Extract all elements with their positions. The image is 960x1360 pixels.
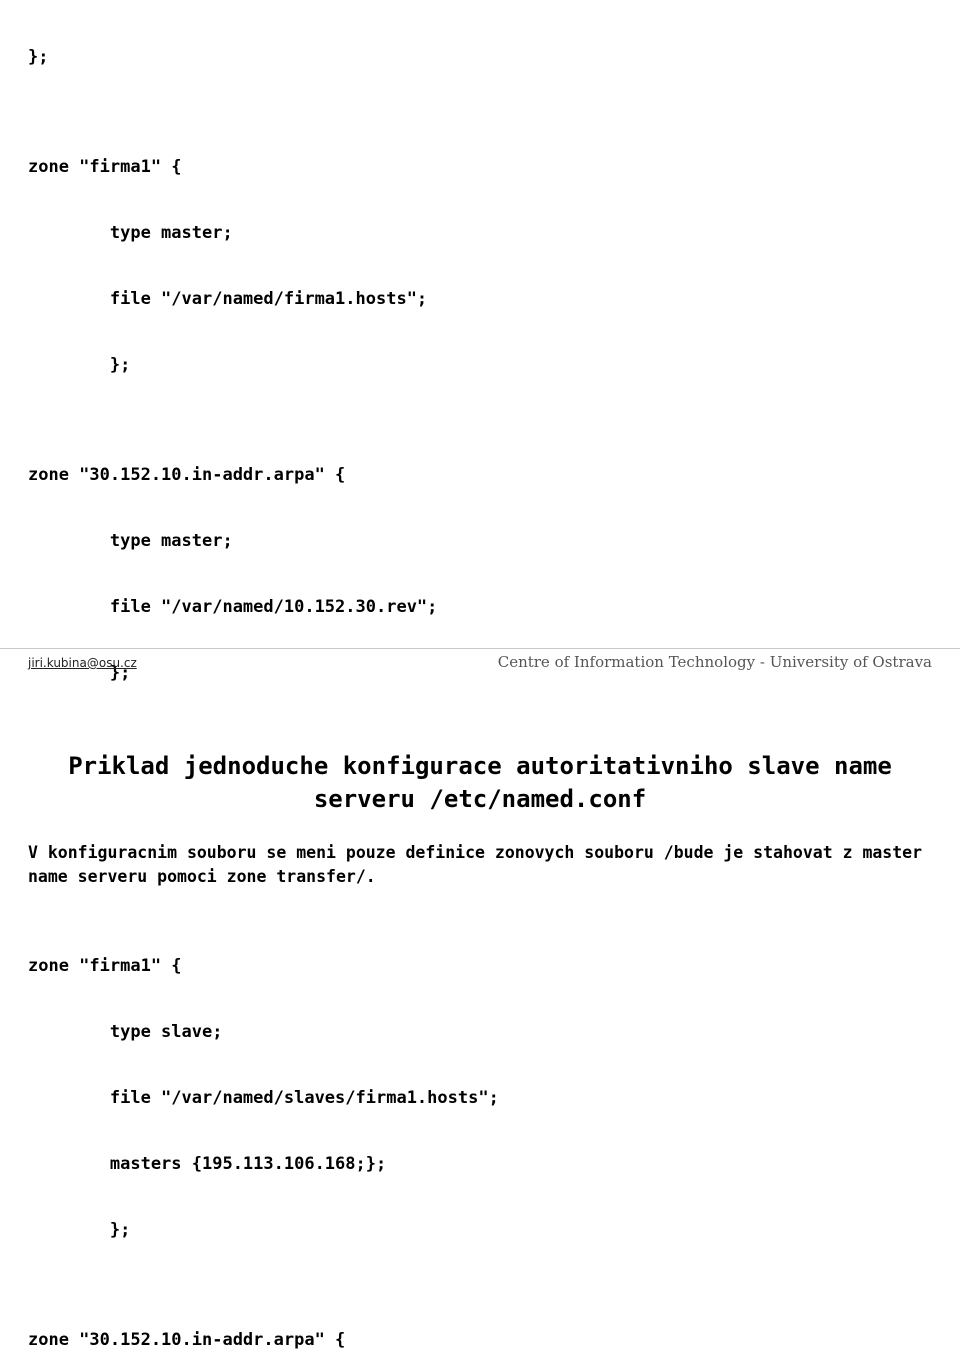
code-line: zone "30.152.10.in-addr.arpa" { xyxy=(28,1330,346,1350)
code-line: }; xyxy=(28,47,49,67)
section-heading: Priklad jednoduche konfigurace autoritat… xyxy=(68,752,892,813)
code-line: type master; xyxy=(28,223,233,243)
document-page: }; zone "firma1" { type master; file "/v… xyxy=(0,2,960,1350)
code-line: zone "firma1" { xyxy=(28,157,182,177)
body-paragraph: V konfiguracnim souboru se meni pouze de… xyxy=(28,843,932,886)
footer-affiliation: Centre of Information Technology - Unive… xyxy=(497,653,932,671)
code-line: file "/var/named/firma1.hosts"; xyxy=(28,289,428,309)
code-line: file "/var/named/slaves/firma1.hosts"; xyxy=(28,1088,499,1108)
code-line: }; xyxy=(28,355,131,375)
code-line: masters {195.113.106.168;}; xyxy=(28,1154,387,1174)
page-footer: jiri.kubina@osu.cz Centre of Information… xyxy=(0,648,960,682)
code-line: zone "30.152.10.in-addr.arpa" { xyxy=(28,465,346,485)
code-line: type slave; xyxy=(28,1022,223,1042)
code-line: }; xyxy=(28,1220,131,1240)
code-block-slave-config: zone "firma1" { type slave; file "/var/n… xyxy=(28,911,932,1360)
code-block-master-config: }; zone "firma1" { type master; file "/v… xyxy=(28,2,932,728)
code-line: file "/var/named/10.152.30.rev"; xyxy=(28,597,438,617)
footer-email-link[interactable]: jiri.kubina@osu.cz xyxy=(28,656,137,670)
code-line: type master; xyxy=(28,531,233,551)
code-line: zone "firma1" { xyxy=(28,956,182,976)
